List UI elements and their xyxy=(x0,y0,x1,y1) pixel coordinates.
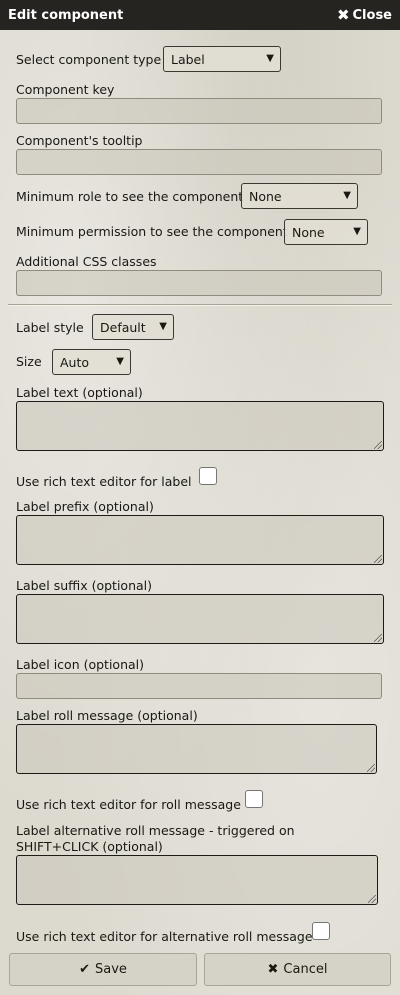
label-prefix-label: Label prefix (optional) xyxy=(16,499,154,514)
roll-message-label: Label roll message (optional) xyxy=(16,708,198,723)
label-icon-label: Label icon (optional) xyxy=(16,657,144,672)
min-permission-value: None xyxy=(292,224,325,240)
min-permission-select[interactable]: None ▼ xyxy=(284,219,368,245)
close-icon: ✖ xyxy=(336,5,350,24)
save-button[interactable]: ✔ Save xyxy=(9,953,197,986)
title-bar: Edit component ✖ Close xyxy=(0,0,400,30)
close-label: Close xyxy=(352,7,392,23)
rich-label-checkbox[interactable] xyxy=(199,467,217,485)
roll-message-textarea[interactable] xyxy=(16,724,377,774)
component-key-input[interactable] xyxy=(16,98,382,124)
rich-alt-roll-label: Use rich text editor for alternative rol… xyxy=(16,929,313,944)
label-prefix-textarea[interactable] xyxy=(16,515,384,565)
close-button[interactable]: ✖ Close xyxy=(336,5,392,24)
alt-roll-message-textarea[interactable] xyxy=(16,855,378,905)
component-type-select[interactable]: Label ▼ xyxy=(163,46,281,72)
label-icon-input[interactable] xyxy=(16,673,382,699)
label-style-select[interactable]: Default ▼ xyxy=(92,314,174,340)
dialog-title: Edit component xyxy=(8,7,124,23)
label-style-value: Default xyxy=(100,319,146,335)
component-type-label: Select component type xyxy=(16,52,162,67)
label-suffix-label: Label suffix (optional) xyxy=(16,578,152,593)
rich-label-label: Use rich text editor for label xyxy=(16,474,192,489)
css-classes-label: Additional CSS classes xyxy=(16,254,157,269)
x-icon: ✖ xyxy=(267,962,279,977)
edit-component-dialog: Edit component ✖ Close Select component … xyxy=(0,0,400,995)
min-role-select[interactable]: None ▼ xyxy=(241,183,358,209)
chevron-down-icon: ▼ xyxy=(353,226,361,237)
cancel-label: Cancel xyxy=(283,962,328,977)
min-role-label: Minimum role to see the component xyxy=(16,189,244,204)
resize-grip-icon[interactable] xyxy=(367,764,375,772)
chevron-down-icon: ▼ xyxy=(159,321,167,332)
css-classes-input[interactable] xyxy=(16,270,382,296)
cancel-button[interactable]: ✖ Cancel xyxy=(204,953,391,986)
label-style-label: Label style xyxy=(16,320,84,335)
component-type-value: Label xyxy=(171,51,205,67)
label-text-label: Label text (optional) xyxy=(16,385,143,400)
resize-grip-icon[interactable] xyxy=(374,634,382,642)
resize-grip-icon[interactable] xyxy=(368,895,376,903)
section-divider xyxy=(8,304,392,306)
label-suffix-textarea[interactable] xyxy=(16,594,384,644)
chevron-down-icon: ▼ xyxy=(116,356,124,367)
resize-grip-icon[interactable] xyxy=(374,441,382,449)
rich-roll-checkbox[interactable] xyxy=(245,790,263,808)
min-permission-label: Minimum permission to see the component xyxy=(16,224,288,239)
size-value: Auto xyxy=(60,354,90,370)
min-role-value: None xyxy=(249,188,282,204)
label-text-textarea[interactable] xyxy=(16,401,384,451)
save-label: Save xyxy=(94,962,127,977)
alt-roll-message-label: Label alternative roll message - trigger… xyxy=(16,823,295,854)
check-icon: ✔ xyxy=(79,962,90,977)
tooltip-label: Component's tooltip xyxy=(16,133,143,148)
resize-grip-icon[interactable] xyxy=(374,555,382,563)
tooltip-input[interactable] xyxy=(16,149,382,175)
rich-roll-label: Use rich text editor for roll message xyxy=(16,797,241,812)
chevron-down-icon: ▼ xyxy=(266,53,274,64)
size-select[interactable]: Auto ▼ xyxy=(52,349,131,375)
chevron-down-icon: ▼ xyxy=(343,190,351,201)
size-label: Size xyxy=(16,354,42,369)
component-key-label: Component key xyxy=(16,82,115,97)
rich-alt-roll-checkbox[interactable] xyxy=(312,922,330,940)
